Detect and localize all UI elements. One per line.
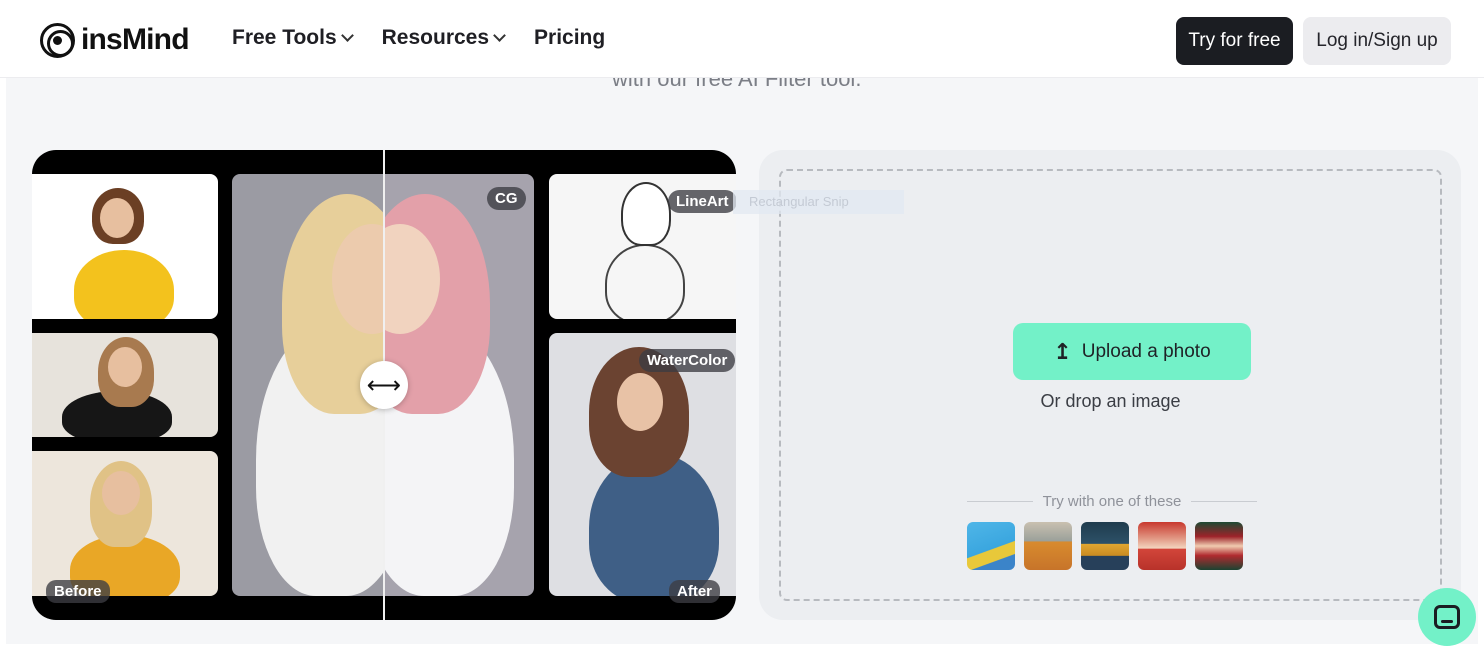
sample-image-flowers[interactable] [1081,522,1129,570]
before-sample-black-top [32,333,218,437]
site-header: insMind Free Tools Resources Pricing Try… [0,0,1484,78]
divider-line [967,501,1033,502]
nav-pricing-label: Pricing [534,26,606,49]
nav-free-tools-label: Free Tools [232,26,337,49]
sample-images [967,522,1243,570]
chevron-down-icon [340,28,354,42]
chevron-down-icon [493,28,506,42]
upload-panel: ↥ Upload a photo Or drop an image Try wi… [759,150,1461,620]
filter-showcase: Before CG LineArt WaterColor After ⟷ [32,150,736,620]
upload-photo-button[interactable]: ↥ Upload a photo [1013,323,1251,380]
chat-support-button[interactable] [1418,588,1476,646]
figure-face [617,373,663,431]
figure-head-outline [621,182,671,246]
logo[interactable]: insMind [40,22,190,58]
before-sample-yellow-top [32,174,218,319]
nav-resources-label: Resources [381,26,490,49]
before-label: Before [46,580,110,603]
figure-face [100,198,134,238]
sample-image-window[interactable] [967,522,1015,570]
rectangular-snip-overlay: Rectangular Snip [733,190,904,214]
main-nav: Free Tools Resources Pricing [232,26,605,50]
watercolor-sample [549,333,736,596]
try-samples-heading: Try with one of these [967,493,1257,510]
drop-image-hint: Or drop an image [1040,391,1181,411]
after-label: After [669,580,721,603]
upload-icon: ↥ [1053,338,1072,364]
try-for-free-button[interactable]: Try for free [1176,17,1293,65]
upload-photo-label: Upload a photo [1081,340,1211,362]
logo-icon [40,22,75,58]
before-sample-sunglasses [32,451,218,596]
figure-torso [74,250,174,319]
nav-free-tools[interactable]: Free Tools [232,26,354,50]
drop-zone[interactable]: ↥ Upload a photo Or drop an image Try wi… [779,169,1442,601]
divider-line [1191,501,1257,502]
logo-text: insMind [81,23,190,56]
try-samples-label: Try with one of these [1042,493,1182,510]
figure-face [108,347,142,387]
sample-image-hat-woman[interactable] [1138,522,1186,570]
login-signup-button[interactable]: Log in/Sign up [1303,17,1451,65]
lineart-label: LineArt [668,190,736,213]
chat-icon [1434,605,1460,629]
sample-image-girl-yellow[interactable] [1024,522,1072,570]
watercolor-label: WaterColor [639,349,736,372]
figure-face [102,471,140,515]
sample-image-red-beret[interactable] [1195,522,1243,570]
resize-horizontal-icon: ⟷ [366,371,402,399]
cg-label: CG [487,187,526,210]
compare-slider-handle[interactable]: ⟷ [360,361,408,409]
figure-outline [605,244,685,319]
nav-resources[interactable]: Resources [381,26,506,50]
nav-pricing[interactable]: Pricing [534,26,605,50]
